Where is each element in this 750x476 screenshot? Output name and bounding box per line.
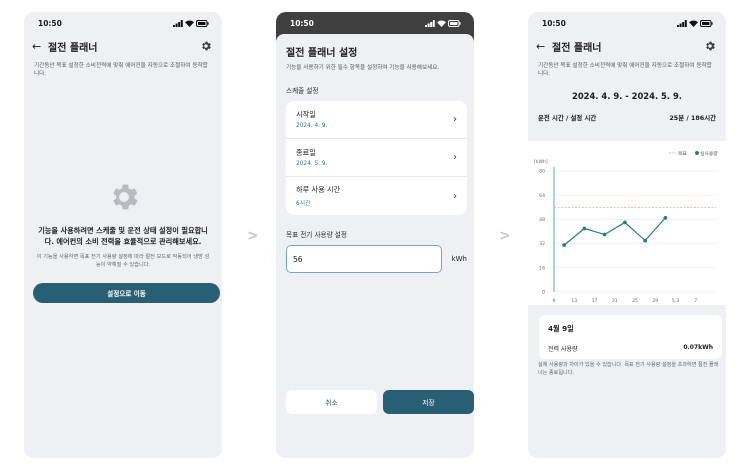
battery-icon	[196, 19, 209, 27]
chevron-right-icon: ›	[453, 152, 457, 163]
x-tick-label: 13	[571, 298, 577, 304]
x-tick-label: 5.3	[672, 298, 679, 304]
selected-day-card: 4월 9일 전력 사용량 0.07kWh	[539, 315, 722, 359]
flow-arrow-icon: >	[247, 228, 259, 244]
status-time: 10:50	[542, 18, 566, 28]
y-tick-label: 16	[539, 265, 545, 271]
status-bar: 10:50	[528, 12, 726, 34]
usage-label: 운전 시간 / 설정 시간	[538, 113, 597, 122]
cancel-button[interactable]: 취소	[286, 390, 377, 414]
back-arrow-icon[interactable]: ←	[32, 40, 46, 53]
selected-day-date: 4월 9일	[548, 324, 574, 333]
screen-empty-state: 10:50 ← 절전 플래너 기간동안 목표 설정한 소비전력에 맞춰 에어컨을…	[24, 12, 222, 458]
x-tick-label: 17	[592, 298, 598, 304]
data-point	[602, 232, 607, 237]
data-point	[622, 220, 627, 225]
y-tick-label: 48	[539, 217, 545, 223]
status-bar: 10:50	[24, 12, 222, 34]
data-point	[663, 215, 668, 220]
page-title: 절전 플래너	[552, 42, 602, 54]
go-to-settings-button[interactable]: 설정으로 이동	[33, 283, 220, 303]
usage-value: 25분 / 186시간	[669, 113, 716, 122]
legend-actual-swatch	[695, 151, 699, 155]
power-usage-label: 전력 사용량	[548, 346, 578, 353]
x-tick-label: 25	[632, 298, 638, 304]
y-tick-label: 32	[539, 241, 545, 247]
schedule-card: 시작일 2024. 4. 9. › 종료일 2024. 5. 9. › 하루 사용 …	[286, 101, 467, 215]
end-date-value: 2024. 5. 9.	[296, 161, 328, 167]
page-title: 절전 플래너	[48, 42, 98, 54]
signal-icon	[173, 19, 183, 27]
daily-hours-value: 6시간	[296, 201, 311, 207]
usage-chart-svg: [kWh] 목표 실사용량 0 16 32 48 64 80 9 13 17 21 25 29 5.3 7	[534, 150, 718, 304]
status-bar: 10:50	[276, 12, 474, 34]
start-date-value: 2024. 4. 9.	[296, 123, 328, 129]
target-section-label: 목표 전기 사용량 설정	[286, 231, 347, 239]
date-range: 2024. 4. 9. - 2024. 5. 9.	[572, 90, 682, 101]
status-time: 10:50	[38, 18, 62, 28]
screen-planner-dashboard: 10:50 ← 절전 플래너 기간동안 목표 설정한 소비전력에 맞춰 에어컨을…	[528, 12, 726, 458]
y-tick-label: 0	[542, 290, 545, 296]
daily-hours-label: 하루 사용 시간	[296, 185, 341, 194]
x-tick-label: 29	[652, 298, 658, 304]
data-point	[582, 226, 587, 231]
empty-state-subtitle: 이 기능을 사용하면 목표 전기 사용량 설정에 따라 절전 모드로 작동되어 …	[36, 254, 210, 269]
schedule-section-label: 스케줄 설정	[286, 87, 319, 95]
app-bar: ← 절전 플래너	[528, 34, 726, 58]
data-point	[562, 243, 567, 248]
settings-gear-icon[interactable]	[704, 40, 716, 52]
end-date-row[interactable]: 종료일 2024. 5. 9. ›	[286, 139, 467, 177]
daily-hours-row[interactable]: 하루 사용 시간 6시간 ›	[286, 177, 467, 215]
flow-arrow-icon: >	[499, 228, 511, 244]
sheet-title: 절전 플래너 설정	[286, 48, 358, 59]
screen-settings-sheet: 10:50 절전 플래너 설정 기능을 사용하기 위한 필수 항목을 설정하여 …	[276, 12, 474, 458]
chevron-right-icon: ›	[453, 114, 457, 125]
wifi-icon	[437, 20, 446, 27]
y-axis-label: [kWh]	[534, 159, 548, 165]
signal-icon	[425, 19, 435, 27]
battery-icon	[700, 19, 713, 27]
save-button[interactable]: 저장	[383, 390, 474, 414]
back-arrow-icon[interactable]: ←	[536, 40, 550, 53]
x-tick-label: 9	[553, 298, 556, 304]
status-time: 10:50	[290, 18, 314, 28]
x-tick-label: 7	[694, 298, 697, 304]
battery-icon	[448, 19, 461, 27]
y-tick-label: 64	[539, 193, 545, 199]
start-date-label: 시작일	[296, 110, 316, 119]
legend-actual-label: 실사용량	[700, 150, 718, 157]
wifi-icon	[185, 20, 194, 27]
start-date-row[interactable]: 시작일 2024. 4. 9. ›	[286, 101, 467, 139]
usage-chart[interactable]: [kWh] 목표 실사용량 0 16 32 48 64 80 9 13 17 21 25 29 5.3 7	[528, 141, 726, 305]
target-unit: kWh	[451, 255, 467, 263]
app-bar: ← 절전 플래너	[24, 34, 222, 58]
data-point	[643, 238, 648, 243]
signal-icon	[677, 19, 687, 27]
page-description: 기간동안 목표 설정한 소비전력에 맞춰 에어컨을 자동으로 조절하여 동작합니…	[538, 63, 712, 78]
actual-usage-line	[563, 217, 666, 246]
legend-goal-label: 목표	[678, 151, 687, 157]
power-usage-value: 0.07kWh	[683, 344, 713, 351]
settings-gear-icon[interactable]	[200, 40, 212, 52]
disclaimer-text: 실제 사용량과 차이가 있을 수 있습니다. 목표 전기 사용량 설정을 초과하…	[538, 362, 719, 376]
end-date-label: 종료일	[296, 148, 316, 157]
empty-state-title: 기능을 사용하려면 스케줄 및 운전 상태 설정이 필요합니다. 에어컨의 소비…	[38, 226, 208, 246]
target-usage-input[interactable]: 56	[286, 245, 442, 273]
y-tick-label: 80	[539, 169, 545, 175]
sheet-description: 기능을 사용하기 위한 필수 항목을 설정하여 기능을 사용해보세요.	[286, 65, 440, 71]
x-tick-label: 21	[612, 298, 618, 304]
empty-state-gear-icon	[113, 184, 138, 210]
page-description: 기간동안 목표 설정한 소비전력에 맞춰 에어컨을 자동으로 조절하여 동작합니…	[34, 63, 208, 78]
chevron-right-icon: ›	[453, 190, 457, 202]
wifi-icon	[689, 20, 698, 27]
